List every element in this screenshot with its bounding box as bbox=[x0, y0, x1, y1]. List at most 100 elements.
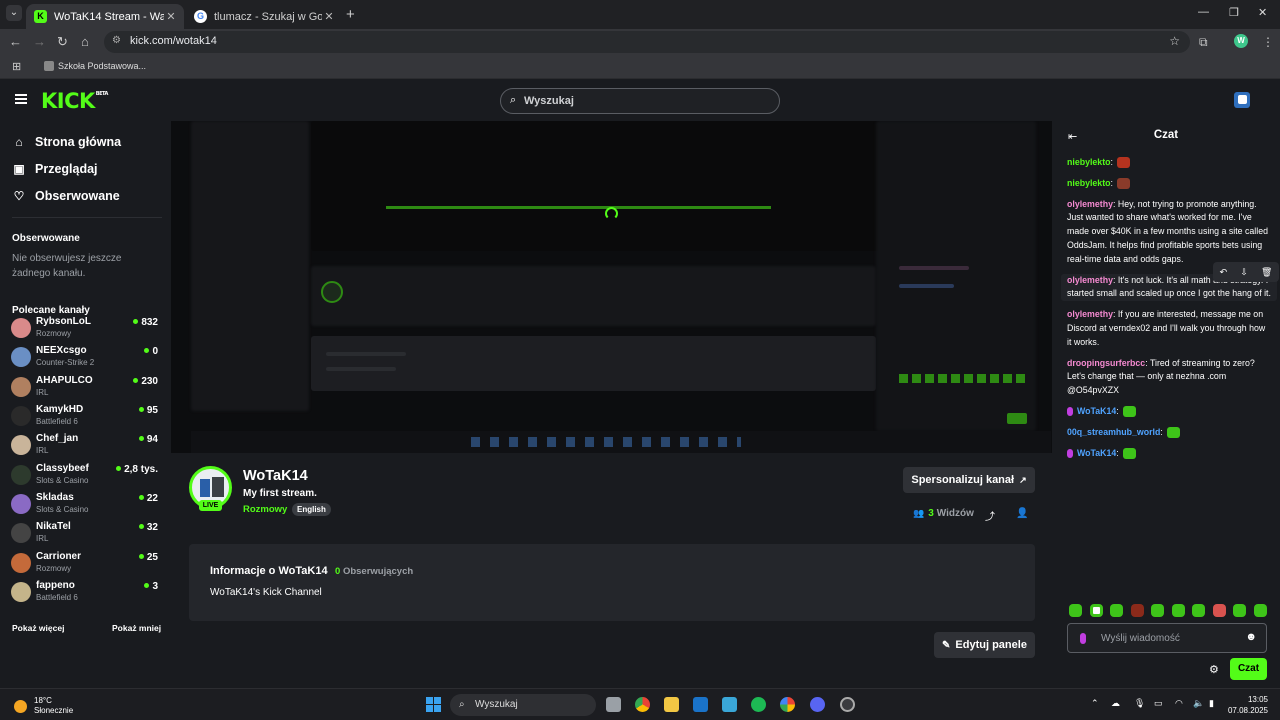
restore-icon[interactable]: ❐ bbox=[1229, 6, 1239, 19]
onedrive-icon[interactable]: ☁ bbox=[1111, 698, 1120, 709]
chat-message[interactable]: 00q_streamhub_world: bbox=[1067, 426, 1271, 440]
delete-icon[interactable]: 🗑 bbox=[1261, 267, 1272, 278]
chat-input[interactable]: Wyślij wiadomość ☻ bbox=[1067, 623, 1267, 653]
chat-username[interactable]: olylemethy bbox=[1067, 309, 1113, 319]
emote-icon[interactable] bbox=[1089, 604, 1103, 617]
language-tag[interactable]: English bbox=[292, 503, 331, 516]
reply-icon[interactable]: ↶ bbox=[1220, 267, 1228, 278]
channel-item[interactable]: NikaTel IRL 32 bbox=[11, 520, 161, 547]
chat-username[interactable]: droopingsurferbcc bbox=[1067, 358, 1145, 368]
close-tab-icon[interactable]: ✕ bbox=[322, 10, 336, 23]
file-explorer-icon[interactable] bbox=[664, 697, 679, 712]
bookmark-star-icon[interactable]: ☆ bbox=[1169, 34, 1180, 48]
chat-username[interactable]: WoTaK14 bbox=[1077, 448, 1116, 458]
emote-icon[interactable] bbox=[1151, 604, 1165, 617]
battery-status-icon[interactable]: ▮ bbox=[1209, 698, 1214, 709]
tab-search-button[interactable]: ⌄ bbox=[6, 5, 22, 21]
channel-item[interactable]: Skladas Slots & Casino 22 bbox=[11, 491, 161, 518]
discord-icon[interactable] bbox=[810, 697, 825, 712]
channel-item[interactable]: RybsonLoL Rozmowy 832 bbox=[11, 315, 161, 342]
chat-username[interactable]: olylemethy bbox=[1067, 199, 1113, 209]
chat-message[interactable]: niebylekto: bbox=[1067, 156, 1271, 170]
address-bar[interactable]: ⚙ kick.com/wotak14 ☆ bbox=[104, 31, 1190, 53]
stream-category[interactable]: Rozmowy bbox=[243, 504, 287, 515]
profile-avatar[interactable]: W bbox=[1234, 34, 1248, 48]
chat-message[interactable]: WoTaK14: bbox=[1067, 405, 1271, 419]
chat-message[interactable]: olylemethy: If you are interested, messa… bbox=[1067, 308, 1271, 349]
apps-grid-icon[interactable]: ⊞ bbox=[12, 60, 21, 73]
pin-icon[interactable]: ⇩ bbox=[1240, 267, 1248, 278]
new-tab-icon[interactable]: + bbox=[346, 6, 355, 23]
channel-item[interactable]: fappeno Battlefield 6 3 bbox=[11, 579, 161, 606]
chrome-icon[interactable] bbox=[635, 697, 650, 712]
close-window-icon[interactable]: ✕ bbox=[1258, 6, 1267, 19]
battery-icon[interactable]: ▭ bbox=[1154, 698, 1163, 709]
chat-message[interactable]: olylemethy: Hey, not trying to promote a… bbox=[1067, 198, 1271, 267]
show-more-link[interactable]: Pokaż więcej bbox=[12, 623, 64, 633]
kick-logo[interactable]: KICKBETA bbox=[41, 89, 108, 113]
chat-message[interactable]: niebylekto: bbox=[1067, 177, 1271, 191]
windows-start-icon[interactable] bbox=[426, 697, 441, 712]
app-icon[interactable] bbox=[722, 697, 737, 712]
chat-settings-icon[interactable]: ⚙ bbox=[1209, 663, 1219, 676]
tab-google[interactable]: G tlumacz - Szukaj w Google ✕ bbox=[186, 4, 342, 29]
home-icon[interactable]: ⌂ bbox=[81, 34, 89, 49]
send-chat-button[interactable]: Czat bbox=[1230, 658, 1267, 680]
mic-tray-icon[interactable]: 🎙 bbox=[1134, 698, 1145, 709]
bookmark-item[interactable]: Szkoła Podstawowa... bbox=[44, 61, 146, 71]
channel-item[interactable]: KamykHD Battlefield 6 95 bbox=[11, 403, 161, 430]
weather-widget[interactable]: 18°C Słonecznie bbox=[14, 696, 73, 716]
search-input[interactable]: ⌕ Wyszukaj bbox=[500, 88, 780, 114]
chat-username[interactable]: WoTaK14 bbox=[1077, 406, 1116, 416]
video-player[interactable] bbox=[171, 121, 1052, 453]
site-info-icon[interactable]: ⚙ bbox=[112, 35, 121, 46]
channel-item[interactable]: Chef_jan IRL 94 bbox=[11, 432, 161, 459]
task-view-icon[interactable] bbox=[606, 697, 621, 712]
taskbar-search[interactable]: ⌕ Wyszukaj bbox=[450, 694, 596, 716]
customize-channel-button[interactable]: Spersonalizuj kanał ↗ bbox=[903, 467, 1035, 493]
channel-item[interactable]: NEEXcsgo Counter-Strike 2 0 bbox=[11, 344, 161, 371]
emote-icon[interactable] bbox=[1192, 604, 1206, 617]
tray-chevron-icon[interactable]: ⌃ bbox=[1091, 698, 1099, 709]
outlook-icon[interactable] bbox=[693, 697, 708, 712]
emoji-icon[interactable]: ☻ bbox=[1245, 631, 1257, 643]
chat-message[interactable]: droopingsurferbcc: Tired of streaming to… bbox=[1067, 357, 1271, 398]
hamburger-menu-icon[interactable] bbox=[15, 94, 27, 104]
emote-icon[interactable] bbox=[1130, 604, 1144, 617]
taskbar-clock[interactable]: 13:05 07.08.2025 bbox=[1226, 694, 1268, 716]
channel-item[interactable]: Classybeef Slots & Casino 2,8 tys. bbox=[11, 462, 161, 489]
channel-item[interactable]: Carrioner Rozmowy 25 bbox=[11, 550, 161, 577]
emote-icon[interactable] bbox=[1171, 604, 1185, 617]
steam-icon[interactable] bbox=[840, 697, 855, 712]
photos-icon[interactable] bbox=[780, 697, 795, 712]
chat-message[interactable]: WoTaK14: bbox=[1067, 447, 1271, 461]
minimize-icon[interactable]: — bbox=[1198, 6, 1209, 18]
emote-icon[interactable] bbox=[1212, 604, 1226, 617]
volume-icon[interactable]: 🔈 bbox=[1193, 698, 1204, 709]
share-icon[interactable]: ⤴ bbox=[985, 508, 995, 523]
follow-user-icon[interactable]: 👤 bbox=[1016, 508, 1028, 519]
emote-icon[interactable] bbox=[1110, 604, 1124, 617]
menu-dots-icon[interactable]: ⋮ bbox=[1262, 35, 1274, 49]
emote-icon[interactable] bbox=[1253, 604, 1267, 617]
user-avatar[interactable] bbox=[1234, 92, 1250, 108]
edit-panels-button[interactable]: ✎ Edytuj panele bbox=[934, 632, 1035, 658]
show-less-link[interactable]: Pokaż mniej bbox=[112, 623, 161, 633]
extensions-icon[interactable]: ⧉ bbox=[1199, 35, 1208, 50]
nav-browse[interactable]: ▣ Przeglądaj bbox=[12, 162, 97, 176]
nav-following[interactable]: ♡ Obserwowane bbox=[12, 189, 120, 203]
chat-username[interactable]: niebylekto bbox=[1067, 157, 1111, 167]
tab-kick[interactable]: K WoTaK14 Stream - Watch Live o ✕ bbox=[26, 4, 184, 29]
channel-item[interactable]: AHAPULCO IRL 230 bbox=[11, 374, 161, 401]
nav-home[interactable]: ⌂ Strona główna bbox=[12, 135, 121, 149]
channel-name[interactable]: WoTaK14 bbox=[243, 468, 308, 484]
spotify-icon[interactable] bbox=[751, 697, 766, 712]
chat-username[interactable]: 00q_streamhub_world bbox=[1067, 427, 1160, 437]
reload-icon[interactable]: ↻ bbox=[57, 34, 68, 50]
emote-icon[interactable] bbox=[1069, 604, 1082, 617]
close-tab-icon[interactable]: ✕ bbox=[164, 10, 178, 23]
wifi-icon[interactable]: ◠ bbox=[1175, 698, 1183, 709]
back-icon[interactable]: ← bbox=[9, 34, 22, 49]
chat-username[interactable]: olylemethy bbox=[1067, 275, 1113, 285]
forward-icon[interactable]: → bbox=[33, 34, 46, 49]
